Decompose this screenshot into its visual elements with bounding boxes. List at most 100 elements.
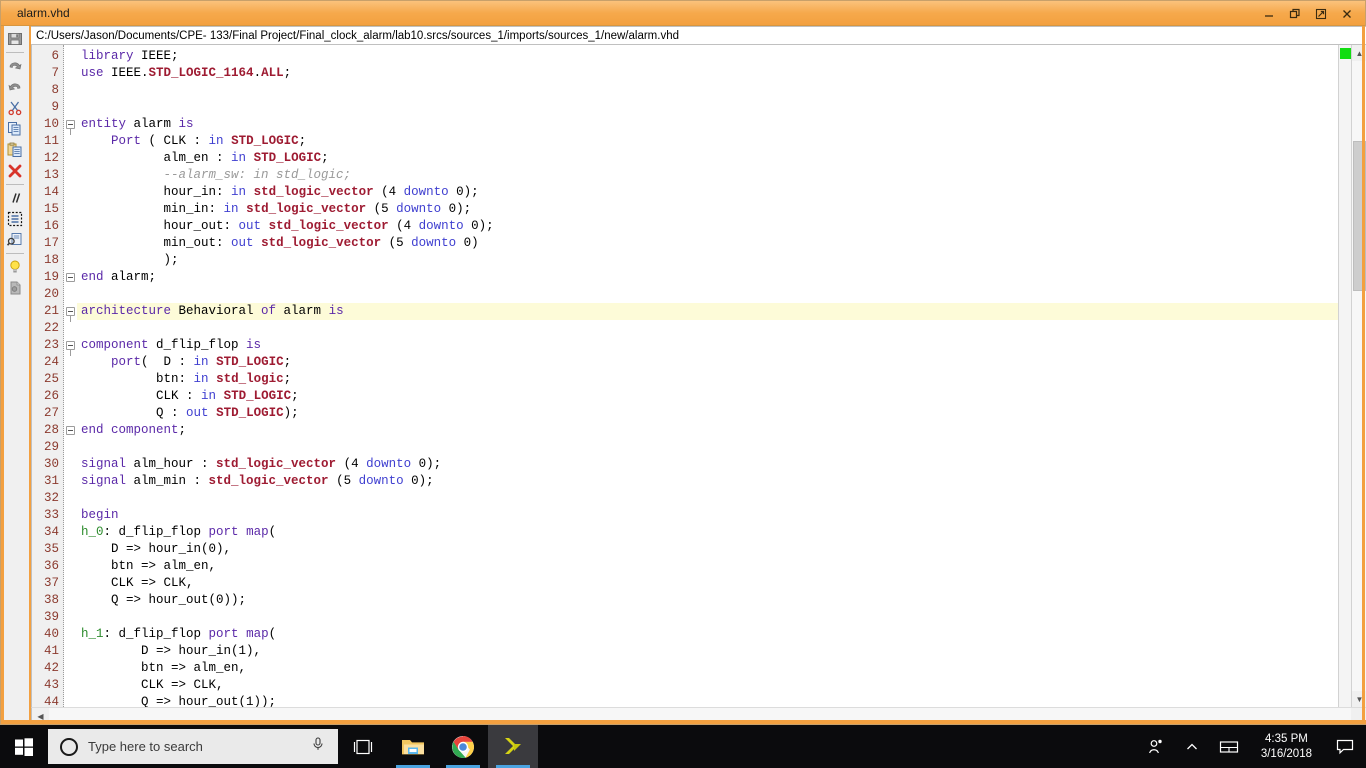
code-line[interactable]: port( D : in STD_LOGIC; [77, 354, 1338, 371]
window-right-accent-edge [1362, 26, 1365, 724]
show-hidden-icons-chevron[interactable] [1175, 725, 1209, 768]
code-line[interactable]: D => hour_in(0), [77, 541, 1338, 558]
editor-file-tab[interactable]: alarm.vhd [9, 3, 80, 23]
code-line[interactable]: alm_en : in STD_LOGIC; [77, 150, 1338, 167]
fold-slot [64, 303, 77, 322]
lightbulb-icon[interactable] [2, 257, 28, 277]
copy-icon[interactable] [2, 119, 28, 139]
code-scroll-area[interactable]: 6 7 8 9 10 11 12 13 14 15 16 17 18 19 20 21 22 23 24 25 26 27… [32, 45, 1338, 707]
action-center-icon[interactable] [1324, 725, 1366, 768]
fold-slot [64, 48, 77, 65]
code-line[interactable] [77, 609, 1338, 626]
code-line[interactable]: architecture Behavioral of alarm is [77, 303, 1338, 320]
windows-start-icon[interactable] [0, 725, 48, 768]
fold-slot [64, 235, 77, 252]
line-number: 16 [43, 219, 59, 233]
unknown-tool-icon[interactable] [2, 278, 28, 298]
code-token: IEEE; [133, 49, 179, 63]
marker-overview-bar[interactable] [1338, 45, 1351, 707]
code-line[interactable]: btn: in std_logic; [77, 371, 1338, 388]
code-line[interactable]: CLK => CLK, [77, 677, 1338, 694]
code-line[interactable]: library IEEE; [77, 48, 1338, 65]
delete-x-icon[interactable] [2, 161, 28, 181]
code-line[interactable]: hour_in: in std_logic_vector (4 downto 0… [77, 184, 1338, 201]
select-block-icon[interactable] [2, 209, 28, 229]
code-token: in [193, 355, 209, 369]
code-token: h_1 [81, 627, 104, 641]
search-input[interactable]: Type here to search [48, 729, 338, 764]
code-token: 0); [441, 202, 472, 216]
code-line[interactable]: use IEEE.STD_LOGIC_1164.ALL; [77, 65, 1338, 82]
code-line[interactable]: component d_flip_flop is [77, 337, 1338, 354]
google-chrome-icon[interactable] [438, 725, 488, 768]
fold-slot [64, 524, 77, 541]
code-line[interactable]: end alarm; [77, 269, 1338, 286]
redo-icon[interactable] [2, 77, 28, 97]
code-line[interactable] [77, 320, 1338, 337]
code-token: 0); [403, 474, 434, 488]
close-button[interactable] [1335, 3, 1359, 25]
undo-icon[interactable] [2, 56, 28, 76]
code-line[interactable]: signal alm_hour : std_logic_vector (4 do… [77, 456, 1338, 473]
restore-button[interactable] [1283, 3, 1307, 25]
file-explorer-icon[interactable] [388, 725, 438, 768]
code-line[interactable]: Q => hour_out(0)); [77, 592, 1338, 609]
minimize-button[interactable] [1257, 3, 1281, 25]
code-token: (5 [366, 202, 397, 216]
people-icon[interactable] [1137, 725, 1175, 768]
taskbar-clock[interactable]: 4:35 PM 3/16/2018 [1249, 725, 1324, 768]
code-token: Q => hour_out(1)); [81, 695, 277, 707]
float-window-button[interactable] [1309, 3, 1333, 25]
vivado-icon[interactable] [488, 725, 538, 768]
code-line[interactable]: Q => hour_out(1)); [77, 694, 1338, 707]
code-line[interactable] [77, 82, 1338, 99]
code-token: alarm [276, 304, 329, 318]
fold-collapse-icon[interactable] [66, 307, 75, 322]
window-title-bar: alarm.vhd [1, 1, 1365, 26]
cut-icon[interactable] [2, 98, 28, 118]
paste-icon[interactable] [2, 140, 28, 160]
code-line[interactable]: h_1: d_flip_flop port map( [77, 626, 1338, 643]
line-number: 36 [43, 559, 59, 573]
code-line[interactable]: entity alarm is [77, 116, 1338, 133]
code-token: --alarm_sw: in std_logic; [81, 168, 352, 182]
code-line[interactable]: CLK : in STD_LOGIC; [77, 388, 1338, 405]
find-replace-icon[interactable] [2, 230, 28, 250]
fold-end-icon[interactable] [66, 273, 75, 282]
code-line[interactable]: CLK => CLK, [77, 575, 1338, 592]
touch-keyboard-icon[interactable] [1209, 725, 1249, 768]
code-line[interactable]: signal alm_min : std_logic_vector (5 dow… [77, 473, 1338, 490]
code-line[interactable]: end component; [77, 422, 1338, 439]
code-line[interactable]: ); [77, 252, 1338, 269]
code-line[interactable]: D => hour_in(1), [77, 643, 1338, 660]
code-line[interactable]: hour_out: out std_logic_vector (4 downto… [77, 218, 1338, 235]
code-line[interactable]: Port ( CLK : in STD_LOGIC; [77, 133, 1338, 150]
code-line[interactable]: Q : out STD_LOGIC); [77, 405, 1338, 422]
code-line[interactable]: min_out: out std_logic_vector (5 downto … [77, 235, 1338, 252]
code-line[interactable] [77, 99, 1338, 116]
code-line[interactable]: btn => alm_en, [77, 660, 1338, 677]
line-number: 18 [43, 253, 59, 267]
save-icon[interactable] [2, 29, 28, 49]
comment-slashes-icon[interactable] [2, 188, 28, 208]
code-line[interactable]: --alarm_sw: in std_logic; [77, 167, 1338, 184]
code-text-area[interactable]: library IEEE; use IEEE.STD_LOGIC_1164.ALL… [77, 45, 1338, 707]
code-token: Behavioral [171, 304, 262, 318]
window-body: C:/Users/Jason/Documents/CPE- 133/Final … [1, 26, 1366, 724]
code-line[interactable]: min_in: in std_logic_vector (5 downto 0)… [77, 201, 1338, 218]
code-token: ( CLK : [141, 134, 209, 148]
code-line[interactable] [77, 490, 1338, 507]
code-line[interactable]: begin [77, 507, 1338, 524]
code-token: alm_min : [126, 474, 209, 488]
microphone-icon[interactable] [310, 736, 326, 757]
task-view-icon[interactable] [338, 725, 388, 768]
code-line[interactable]: h_0: d_flip_flop port map( [77, 524, 1338, 541]
fold-end-icon[interactable] [66, 426, 75, 435]
fold-collapse-icon[interactable] [66, 341, 75, 356]
code-line[interactable]: btn => alm_en, [77, 558, 1338, 575]
code-line[interactable] [77, 286, 1338, 303]
code-token: . [253, 66, 262, 80]
fold-collapse-icon[interactable] [66, 120, 75, 135]
code-line[interactable] [77, 439, 1338, 456]
